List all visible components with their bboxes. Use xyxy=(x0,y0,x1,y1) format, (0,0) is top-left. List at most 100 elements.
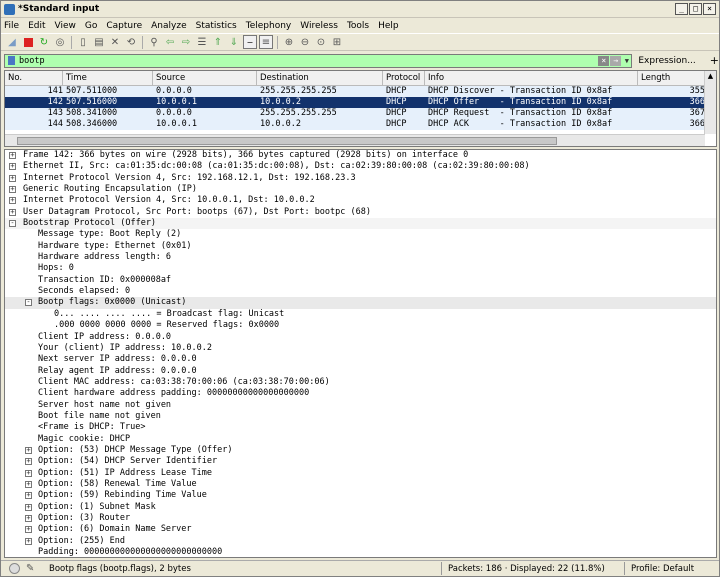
detail-tree-item[interactable]: + Ethernet II, Src: ca:01:35:dc:00:08 (ca… xyxy=(5,161,716,172)
detail-tree-item[interactable]: Message type: Boot Reply (2) xyxy=(5,229,716,240)
go-forward-icon[interactable]: ⇨ xyxy=(179,35,193,49)
column-source[interactable]: Source xyxy=(153,71,257,85)
detail-tree-item[interactable]: Magic cookie: DHCP xyxy=(5,434,716,445)
packet-row[interactable]: 143 508.341000 0.0.0.0 255.255.255.255 DHCP D… xyxy=(5,108,716,119)
column-length[interactable]: Length xyxy=(638,71,708,85)
packet-list-hscroll[interactable] xyxy=(5,134,705,146)
detail-tree-item[interactable]: Relay agent IP address: 0.0.0.0 xyxy=(5,366,716,377)
autoscroll-icon[interactable]: ⎯ xyxy=(243,35,257,49)
expand-icon[interactable]: + xyxy=(9,208,16,216)
detail-tree-item[interactable]: Hops: 0 xyxy=(5,263,716,274)
detail-tree-item[interactable]: + Option: (255) End xyxy=(5,536,716,547)
find-packet-icon[interactable]: ⚲ xyxy=(147,35,161,49)
clear-filter-icon[interactable]: × xyxy=(598,55,610,66)
zoom-out-icon[interactable]: ⊖ xyxy=(298,35,312,49)
column-no[interactable]: No. xyxy=(5,71,63,85)
minimize-button[interactable]: _ xyxy=(675,3,688,15)
apply-filter-icon[interactable]: → xyxy=(610,55,622,66)
expand-icon[interactable]: + xyxy=(25,492,32,500)
expand-icon[interactable]: + xyxy=(25,458,32,466)
menu-tools[interactable]: Tools xyxy=(347,21,369,31)
detail-tree-item[interactable]: + Option: (1) Subnet Mask xyxy=(5,502,716,513)
detail-tree-item[interactable]: + Option: (53) DHCP Message Type (Offer) xyxy=(5,445,716,456)
column-protocol[interactable]: Protocol xyxy=(383,71,425,85)
normal-size-icon[interactable]: ⊙ xyxy=(314,35,328,49)
resize-columns-icon[interactable]: ⊞ xyxy=(330,35,344,49)
expand-icon[interactable]: + xyxy=(25,503,32,511)
menu-capture[interactable]: Capture xyxy=(106,21,142,31)
expand-icon[interactable]: + xyxy=(9,163,16,171)
detail-tree-item[interactable]: - Bootp flags: 0x0000 (Unicast) xyxy=(5,297,716,309)
expert-info-icon[interactable] xyxy=(9,563,20,574)
shark-fin-icon[interactable]: ◢ xyxy=(5,35,19,49)
detail-tree-item[interactable]: <Frame is DHCP: True> xyxy=(5,422,716,433)
packet-row[interactable]: 144 508.346000 10.0.0.1 10.0.0.2 DHCP DHCP AC… xyxy=(5,119,716,130)
column-destination[interactable]: Destination xyxy=(257,71,383,85)
collapse-icon[interactable]: - xyxy=(25,299,32,307)
menu-go[interactable]: Go xyxy=(85,21,97,31)
close-file-icon[interactable]: ✕ xyxy=(108,35,122,49)
edit-comment-icon[interactable]: ✎ xyxy=(26,563,37,574)
packet-row[interactable]: 141 507.511000 0.0.0.0 255.255.255.255 DHCP D… xyxy=(5,86,716,97)
maximize-button[interactable]: □ xyxy=(689,3,702,15)
status-profile[interactable]: Profile: Default xyxy=(625,564,694,574)
detail-tree-item[interactable]: + Option: (51) IP Address Lease Time xyxy=(5,468,716,479)
packet-row[interactable]: 142 507.516000 10.0.0.1 10.0.0.2 DHCP DHCP Of… xyxy=(5,97,716,108)
detail-tree-item[interactable]: + User Datagram Protocol, Src Port: bootp… xyxy=(5,207,716,218)
expand-icon[interactable]: + xyxy=(25,480,32,488)
menu-wireless[interactable]: Wireless xyxy=(300,21,338,31)
detail-tree-item[interactable]: + Generic Routing Encapsulation (IP) xyxy=(5,184,716,195)
detail-tree-item[interactable]: Boot file name not given xyxy=(5,411,716,422)
detail-tree-item[interactable]: Server host name not given xyxy=(5,400,716,411)
zoom-in-icon[interactable]: ⊕ xyxy=(282,35,296,49)
stop-capture-icon[interactable] xyxy=(21,35,35,49)
hscroll-thumb[interactable] xyxy=(17,137,557,145)
expand-icon[interactable]: + xyxy=(25,526,32,534)
detail-tree-item[interactable]: + Option: (59) Rebinding Time Value xyxy=(5,490,716,501)
detail-tree-item[interactable]: Client IP address: 0.0.0.0 xyxy=(5,332,716,343)
detail-tree-item[interactable]: + Internet Protocol Version 4, Src: 10.0.… xyxy=(5,195,716,206)
detail-tree-item[interactable]: + Option: (58) Renewal Time Value xyxy=(5,479,716,490)
detail-tree-item[interactable]: Client MAC address: ca:03:38:70:00:06 (c… xyxy=(5,377,716,388)
close-button[interactable]: × xyxy=(703,3,716,15)
go-to-packet-icon[interactable]: ☰ xyxy=(195,35,209,49)
expand-icon[interactable]: + xyxy=(25,446,32,454)
expression-button[interactable]: Expression... xyxy=(638,56,695,66)
detail-tree-item[interactable]: Next server IP address: 0.0.0.0 xyxy=(5,354,716,365)
detail-tree-item[interactable]: 0... .... .... .... = Broadcast flag: Un… xyxy=(5,309,716,320)
detail-tree-item[interactable]: Padding: 000000000000000000000000000 xyxy=(5,547,716,557)
column-time[interactable]: Time xyxy=(63,71,153,85)
menu-edit[interactable]: Edit xyxy=(28,21,45,31)
menu-analyze[interactable]: Analyze xyxy=(151,21,186,31)
detail-tree-item[interactable]: - Bootstrap Protocol (Offer) xyxy=(5,218,716,230)
detail-tree-item[interactable]: Hardware address length: 6 xyxy=(5,252,716,263)
go-back-icon[interactable]: ⇦ xyxy=(163,35,177,49)
menu-file[interactable]: File xyxy=(4,21,19,31)
detail-tree-item[interactable]: + Internet Protocol Version 4, Src: 192.1… xyxy=(5,173,716,184)
menu-view[interactable]: View xyxy=(55,21,76,31)
last-packet-icon[interactable]: ⇓ xyxy=(227,35,241,49)
detail-tree-item[interactable]: Seconds elapsed: 0 xyxy=(5,286,716,297)
packet-list-vscroll[interactable]: ▲ xyxy=(704,71,716,134)
detail-tree-item[interactable]: + Frame 142: 366 bytes on wire (2928 bits… xyxy=(5,150,716,161)
collapse-icon[interactable]: - xyxy=(9,220,16,228)
detail-tree-item[interactable]: + Option: (6) Domain Name Server xyxy=(5,524,716,535)
colorize-icon[interactable]: ≡ xyxy=(259,35,273,49)
expand-icon[interactable]: + xyxy=(9,197,16,205)
display-filter-input[interactable]: bootp × → ▼ xyxy=(4,53,633,68)
scroll-up-icon[interactable]: ▲ xyxy=(705,71,716,82)
reload-file-icon[interactable]: ⟲ xyxy=(124,35,138,49)
expand-icon[interactable]: + xyxy=(9,174,16,182)
chevron-down-icon[interactable]: ▼ xyxy=(622,55,631,67)
detail-tree-item[interactable]: Hardware type: Ethernet (0x01) xyxy=(5,241,716,252)
expand-icon[interactable]: + xyxy=(9,186,16,194)
detail-tree-item[interactable]: Your (client) IP address: 10.0.0.2 xyxy=(5,343,716,354)
detail-tree-item[interactable]: + Option: (3) Router xyxy=(5,513,716,524)
first-packet-icon[interactable]: ⇑ xyxy=(211,35,225,49)
save-file-icon[interactable]: ▤ xyxy=(92,35,106,49)
column-info[interactable]: Info xyxy=(425,71,638,85)
menu-telephony[interactable]: Telephony xyxy=(246,21,292,31)
open-file-icon[interactable]: ▯ xyxy=(76,35,90,49)
add-filter-button[interactable]: + xyxy=(710,54,719,67)
expand-icon[interactable]: + xyxy=(9,152,16,159)
